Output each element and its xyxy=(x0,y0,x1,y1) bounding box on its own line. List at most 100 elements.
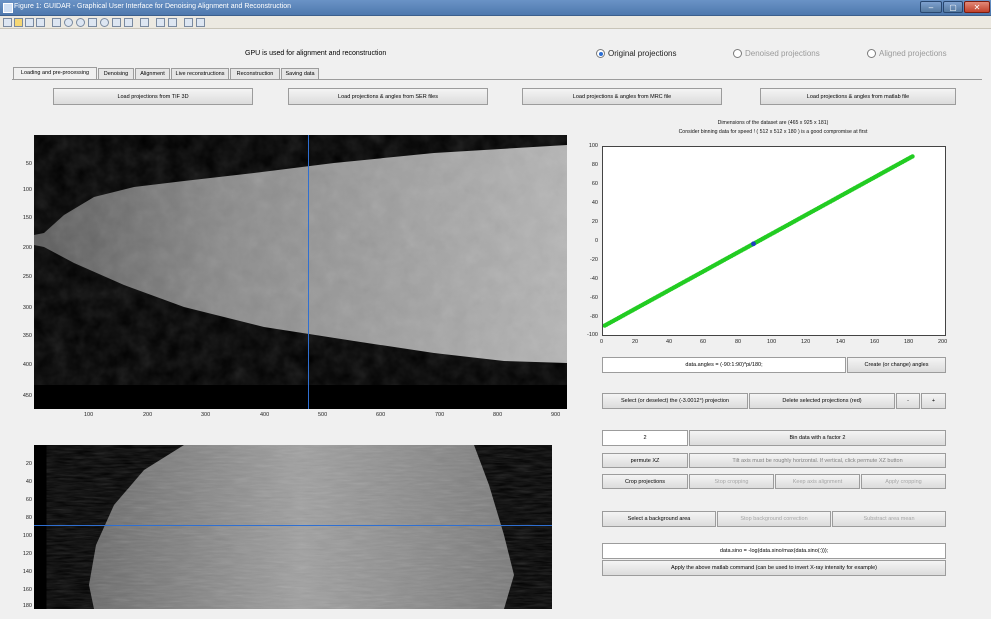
x-tick-label: 400 xyxy=(260,412,270,418)
radio-unselected-icon xyxy=(733,49,742,58)
brush-icon[interactable] xyxy=(124,18,133,27)
sinogram-image[interactable] xyxy=(34,445,552,609)
stop-background-correction-button[interactable]: Stop background correction xyxy=(717,511,831,527)
angles-plot[interactable] xyxy=(602,146,946,336)
horizontal-cursor-line[interactable] xyxy=(34,524,552,526)
previous-projection-button[interactable]: - xyxy=(896,393,920,409)
hide-plot-tools-icon[interactable] xyxy=(184,18,193,27)
window-title: Figure 1: GUIDAR - Graphical User Interf… xyxy=(14,3,292,10)
y-tick-label: 450 xyxy=(22,393,32,399)
minimize-button[interactable]: – xyxy=(920,1,942,13)
y-tick-label: -40 xyxy=(590,276,598,282)
bin-data-button[interactable]: Bin data with a factor 2 xyxy=(689,430,946,446)
y-tick-label: 60 xyxy=(25,497,32,503)
angle-point[interactable] xyxy=(910,154,915,159)
keep-axis-alignment-button[interactable]: Keep axis alignment xyxy=(775,474,860,489)
y-tick-label: 250 xyxy=(22,274,32,280)
bin-factor-input[interactable]: 2 xyxy=(602,430,688,446)
tab-reconstruction[interactable]: Reconstruction xyxy=(230,68,280,79)
maximize-button[interactable]: ▢ xyxy=(943,1,963,13)
selected-angle-point[interactable] xyxy=(751,241,756,247)
link-plot-icon[interactable] xyxy=(140,18,149,27)
load-matlab-button[interactable]: Load projections & angles from matlab fi… xyxy=(760,88,956,105)
angles-command-input[interactable]: data.angles = (-90:1:90)*pi/180; xyxy=(602,357,846,373)
colorbar-icon[interactable] xyxy=(156,18,165,27)
permute-xz-button[interactable]: permute XZ xyxy=(602,453,688,468)
radio-label: Original projections xyxy=(608,49,677,58)
crop-projections-button[interactable]: Crop projections xyxy=(602,474,688,489)
save-icon[interactable] xyxy=(25,18,34,27)
data-cursor-icon[interactable] xyxy=(112,18,121,27)
substract-area-mean-button[interactable]: Substract area mean xyxy=(832,511,946,527)
tab-live-reconstructions[interactable]: Live reconstructions xyxy=(171,68,229,79)
pan-icon[interactable] xyxy=(88,18,97,27)
vertical-cursor-line[interactable] xyxy=(308,135,310,409)
x-tick-label: 140 xyxy=(836,339,846,345)
radio-unselected-icon xyxy=(867,49,876,58)
legend-icon[interactable] xyxy=(168,18,177,27)
load-tif-button[interactable]: Load projections from TIF 3D xyxy=(53,88,253,105)
y-tick-label: 140 xyxy=(22,569,32,575)
x-tick-label: 60 xyxy=(700,339,707,345)
sinogram-y-axis: 20 40 60 80 100 120 140 160 180 xyxy=(6,445,32,609)
x-tick-label: 180 xyxy=(904,339,914,345)
radio-aligned-projections[interactable]: Aligned projections xyxy=(867,49,947,58)
tab-loading-preprocessing[interactable]: Loading and pre-processing xyxy=(13,67,97,79)
angles-plot-y-axis: 100 80 60 40 20 0 -20 -40 -60 -80 -100 xyxy=(576,143,600,338)
new-figure-icon[interactable] xyxy=(3,18,12,27)
figure-icon xyxy=(3,3,13,13)
x-tick-label: 200 xyxy=(143,412,153,418)
y-tick-label: 100 xyxy=(588,143,598,149)
y-tick-label: 350 xyxy=(22,333,32,339)
y-tick-label: -80 xyxy=(590,314,598,320)
print-icon[interactable] xyxy=(36,18,45,27)
x-tick-label: 700 xyxy=(435,412,445,418)
close-button[interactable]: ✕ xyxy=(964,1,990,13)
radio-selected-icon xyxy=(596,49,605,58)
figure-toolbar xyxy=(0,16,991,29)
binning-hint-text: Consider binning data for speed ! ( 512 … xyxy=(678,129,868,135)
load-ser-button[interactable]: Load projections & angles from SER files xyxy=(288,88,488,105)
projection-x-axis: 100 200 300 400 500 600 700 800 900 xyxy=(34,412,567,422)
load-mrc-button[interactable]: Load projections & angles from MRC file xyxy=(522,88,722,105)
y-tick-label: 40 xyxy=(25,479,32,485)
y-tick-label: -20 xyxy=(590,257,598,263)
window-titlebar: Figure 1: GUIDAR - Graphical User Interf… xyxy=(0,0,991,16)
tab-alignment[interactable]: Alignment xyxy=(135,68,170,79)
y-tick-label: 100 xyxy=(22,187,32,193)
stop-cropping-button[interactable]: Stop cropping xyxy=(689,474,774,489)
zoom-in-icon[interactable] xyxy=(64,18,73,27)
y-tick-label: 40 xyxy=(591,200,598,206)
select-projection-button[interactable]: Select (or deselect) the (-3.0012°) proj… xyxy=(602,393,748,409)
x-tick-label: 200 xyxy=(938,339,948,345)
create-angles-button[interactable]: Create (or change) angles xyxy=(847,357,946,373)
radio-denoised-projections[interactable]: Denoised projections xyxy=(733,49,820,58)
select-background-area-button[interactable]: Select a background area xyxy=(602,511,716,527)
dataset-dimensions-text: Dimensions of the dataset are (465 x 925… xyxy=(717,120,829,126)
next-projection-button[interactable]: + xyxy=(921,393,946,409)
show-plot-tools-icon[interactable] xyxy=(196,18,205,27)
radio-label: Denoised projections xyxy=(745,49,820,58)
y-tick-label: 150 xyxy=(22,215,32,221)
angles-plot-x-axis: 0 20 40 60 80 100 120 140 160 180 200 xyxy=(600,339,952,349)
x-tick-label: 300 xyxy=(201,412,211,418)
projection-y-axis: 50 100 150 200 250 300 350 400 450 xyxy=(6,135,32,409)
tab-denoising[interactable]: Denoising xyxy=(98,68,134,79)
y-tick-label: 180 xyxy=(22,603,32,609)
apply-matlab-command-button[interactable]: Apply the above matlab command (can be u… xyxy=(602,560,946,576)
tab-saving-data[interactable]: Saving data xyxy=(281,68,319,79)
x-tick-label: 100 xyxy=(767,339,777,345)
edit-plot-icon[interactable] xyxy=(52,18,61,27)
delete-selected-projections-button[interactable]: Delete selected projections (red) xyxy=(749,393,895,409)
matlab-command-input[interactable]: data.sino = -log(data.sino/max(data.sino… xyxy=(602,543,946,559)
y-tick-label: 200 xyxy=(22,245,32,251)
x-tick-label: 20 xyxy=(632,339,639,345)
radio-original-projections[interactable]: Original projections xyxy=(596,49,676,58)
open-file-icon[interactable] xyxy=(14,18,23,27)
projection-image[interactable] xyxy=(34,135,567,409)
x-tick-label: 500 xyxy=(318,412,328,418)
zoom-out-icon[interactable] xyxy=(76,18,85,27)
apply-cropping-button[interactable]: Apply cropping xyxy=(861,474,946,489)
rotate-3d-icon[interactable] xyxy=(100,18,109,27)
y-tick-label: -100 xyxy=(586,332,598,338)
